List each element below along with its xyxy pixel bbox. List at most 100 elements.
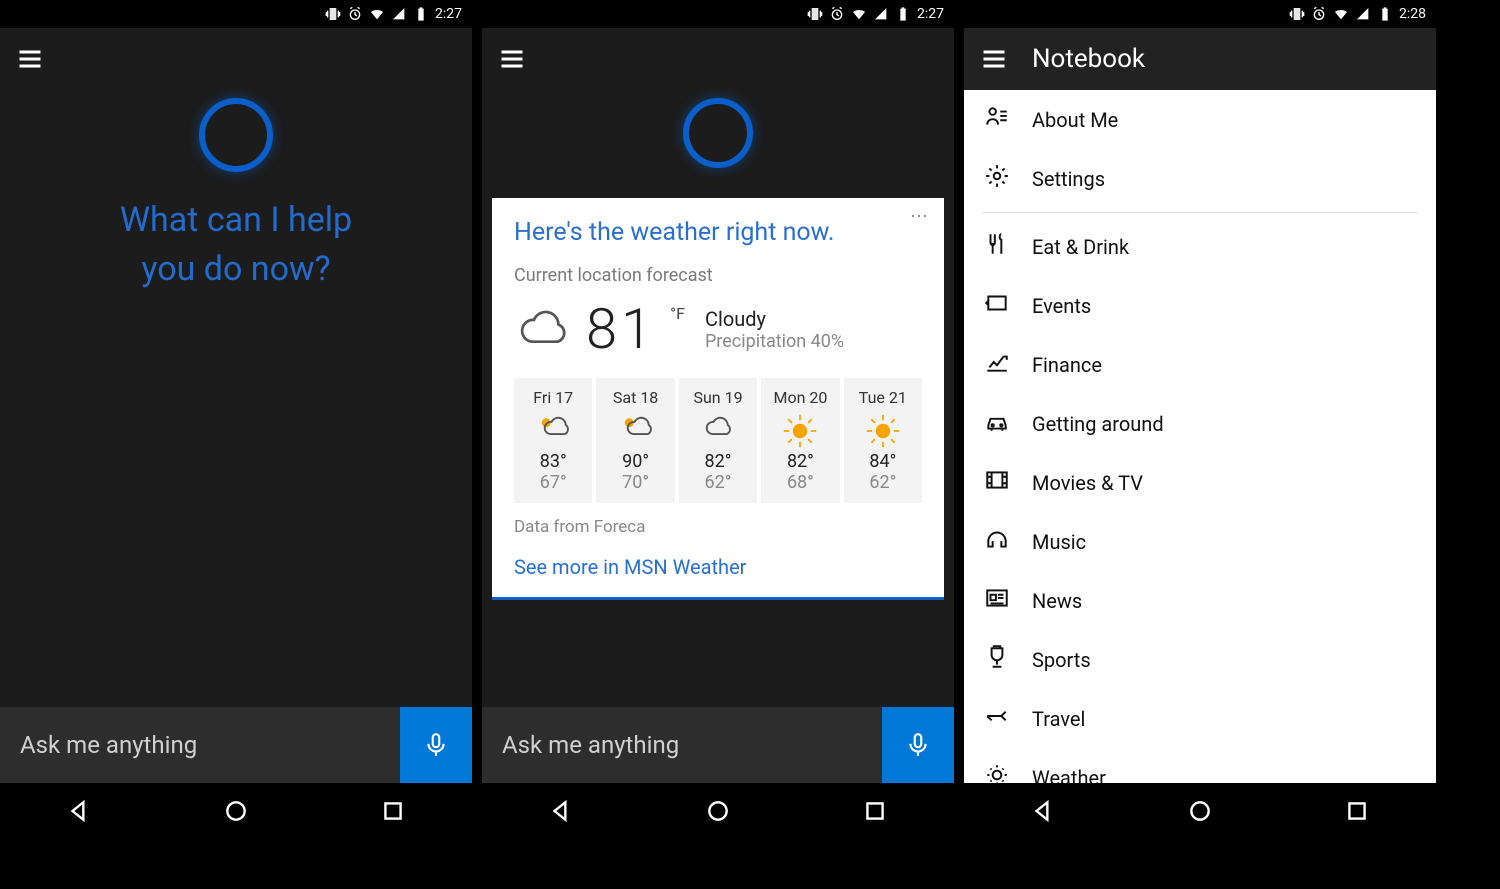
back-button[interactable] — [1030, 798, 1056, 824]
menu-button[interactable] — [16, 45, 44, 73]
forecast-cloudy-icon — [700, 413, 736, 443]
clock: 2:27 — [435, 6, 462, 22]
app-header — [482, 28, 954, 90]
events-icon — [984, 290, 1010, 321]
app-header: Notebook — [964, 28, 1436, 90]
card-subtitle: Current location forecast — [514, 265, 922, 286]
notebook-item-movies[interactable]: Movies & TV — [964, 453, 1436, 512]
wifi-icon — [1333, 6, 1349, 22]
signal-icon — [1355, 6, 1371, 22]
battery-icon — [895, 6, 911, 22]
screen-notebook: 2:28 Notebook About Me Settings Eat & Drin… — [964, 0, 1436, 839]
back-button[interactable] — [548, 798, 574, 824]
notebook-item-label: Finance — [1032, 353, 1102, 377]
notebook-item-label: Movies & TV — [1032, 471, 1143, 495]
battery-icon — [1377, 6, 1393, 22]
notebook-item-label: Weather — [1032, 766, 1106, 784]
notebook-item-label: Eat & Drink — [1032, 235, 1129, 259]
signal-icon — [391, 6, 407, 22]
status-bar: 2:27 — [482, 0, 954, 28]
notebook-item-eat[interactable]: Eat & Drink — [964, 217, 1436, 276]
wifi-icon — [851, 6, 867, 22]
notebook-item-label: Sports — [1032, 648, 1091, 672]
forecast-high: 83° — [516, 451, 590, 472]
page-title: Notebook — [1032, 44, 1145, 74]
app-header — [0, 28, 472, 90]
forecast-day[interactable]: Sun 19 82°62° — [679, 378, 757, 503]
notebook-item-weather[interactable]: Weather — [964, 748, 1436, 783]
ask-bar: Ask me anything — [482, 707, 954, 783]
notebook-item-events[interactable]: Events — [964, 276, 1436, 335]
menu-button[interactable] — [498, 45, 526, 73]
notebook-item-car[interactable]: Getting around — [964, 394, 1436, 453]
forecast-day-label: Mon 20 — [763, 388, 837, 407]
condition: Cloudy — [705, 307, 844, 331]
home-button[interactable] — [1187, 798, 1213, 824]
about-icon — [984, 104, 1010, 135]
forecast-day-label: Sat 18 — [598, 388, 672, 407]
screen-weather: 2:27 ⋯ Here's the weather right now. Cur… — [482, 0, 954, 839]
notebook-item-about[interactable]: About Me — [964, 90, 1436, 149]
car-icon — [984, 408, 1010, 439]
msn-weather-link[interactable]: See more in MSN Weather — [514, 555, 922, 579]
forecast-day[interactable]: Sat 1890°70° — [596, 378, 674, 503]
home-button[interactable] — [705, 798, 731, 824]
ask-bar: Ask me anything — [0, 707, 472, 783]
recent-button[interactable] — [1344, 798, 1370, 824]
menu-button[interactable] — [980, 45, 1008, 73]
android-nav — [482, 783, 954, 839]
home-button[interactable] — [223, 798, 249, 824]
weather-card[interactable]: ⋯ Here's the weather right now. Current … — [492, 198, 944, 600]
battery-icon — [413, 6, 429, 22]
forecast-low: 62° — [681, 472, 755, 493]
notebook-item-news[interactable]: News — [964, 571, 1436, 630]
cortana-prompt: What can I help you do now? — [0, 196, 472, 295]
forecast-day[interactable]: Mon 2082°68° — [761, 378, 839, 503]
forecast-sunny-icon — [865, 413, 901, 443]
forecast-day[interactable]: Fri 1783°67° — [514, 378, 592, 503]
status-bar: 2:28 — [964, 0, 1436, 28]
precipitation: Precipitation 40% — [705, 331, 844, 352]
notebook-item-finance[interactable]: Finance — [964, 335, 1436, 394]
settings-icon — [984, 163, 1010, 194]
ask-input[interactable]: Ask me anything — [482, 707, 882, 783]
forecast-high: 82° — [681, 451, 755, 472]
recent-button[interactable] — [862, 798, 888, 824]
forecast-partly-icon — [618, 413, 654, 443]
card-more-button[interactable]: ⋯ — [910, 206, 930, 227]
card-source: Data from Foreca — [514, 517, 922, 537]
notebook-item-travel[interactable]: Travel — [964, 689, 1436, 748]
forecast-row: Fri 1783°67°Sat 1890°70°Sun 1982°62°Mon … — [514, 378, 922, 503]
forecast-day-label: Sun 19 — [681, 388, 755, 407]
status-bar: 2:27 — [0, 0, 472, 28]
alarm-icon — [1311, 6, 1327, 22]
android-nav — [964, 783, 1436, 839]
ask-input[interactable]: Ask me anything — [0, 707, 400, 783]
alarm-icon — [829, 6, 845, 22]
recent-button[interactable] — [380, 798, 406, 824]
forecast-low: 70° — [598, 472, 672, 493]
forecast-high: 82° — [763, 451, 837, 472]
wifi-icon — [369, 6, 385, 22]
cloud-icon — [514, 305, 572, 353]
mic-button[interactable] — [882, 707, 954, 783]
notebook-item-settings[interactable]: Settings — [964, 149, 1436, 208]
forecast-day-label: Tue 21 — [846, 388, 920, 407]
weather-body: ⋯ Here's the weather right now. Current … — [482, 90, 954, 707]
notebook-body: About Me Settings Eat & Drink Events Finance… — [964, 90, 1436, 783]
vibrate-icon — [325, 6, 341, 22]
back-button[interactable] — [66, 798, 92, 824]
notebook-item-label: Music — [1032, 530, 1086, 554]
clock: 2:28 — [1399, 6, 1426, 22]
notebook-item-music[interactable]: Music — [964, 512, 1436, 571]
eat-icon — [984, 231, 1010, 262]
movies-icon — [984, 467, 1010, 498]
notebook-item-label: Getting around — [1032, 412, 1164, 436]
forecast-day[interactable]: Tue 2184°62° — [844, 378, 922, 503]
notebook-item-label: News — [1032, 589, 1082, 613]
notebook-item-sports[interactable]: Sports — [964, 630, 1436, 689]
sports-icon — [984, 644, 1010, 675]
notebook-item-label: Settings — [1032, 167, 1105, 191]
mic-button[interactable] — [400, 707, 472, 783]
notebook-item-label: Travel — [1032, 707, 1085, 731]
